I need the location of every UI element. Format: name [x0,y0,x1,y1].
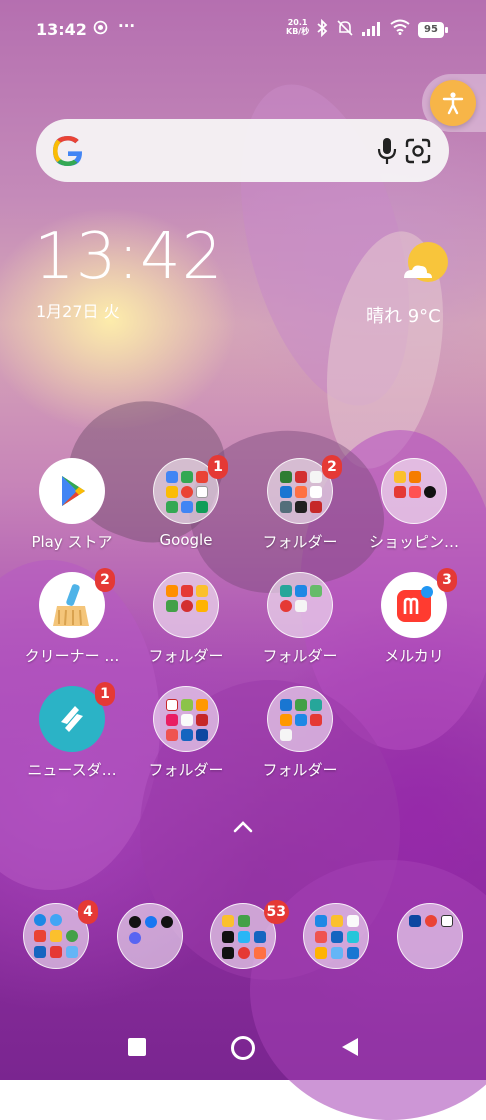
app-label: ショッピン… [368,533,459,551]
notification-badge: 1 [95,682,115,706]
notification-badge: 4 [78,900,98,924]
weather-text[interactable]: 晴れ 9°C [366,302,441,328]
recent-apps-button[interactable] [128,1038,146,1056]
status-bar: 13:42 ··· 20.1 KB/秒 95 [0,0,486,60]
network-speed-value: 20.1 [287,18,308,27]
battery-level: 95 [418,22,444,38]
news-arrows-icon: 1 [39,682,115,752]
battery-icon [445,27,448,33]
accessibility-icon [442,92,464,115]
status-time: 13:42 [36,20,87,39]
network-speed-unit: KB/秒 [286,27,310,36]
folder-misc-2[interactable]: フォルダー [130,572,242,666]
folder-shopping[interactable]: ショッピン… [358,458,470,552]
folder-icon [153,686,219,752]
app-label: クリーナー … [24,647,120,665]
app-label: フォルダー [262,533,338,551]
voice-search-icon[interactable] [376,136,398,166]
app-label: ニュースダ… [27,761,117,779]
app-label: フォルダー [262,761,338,779]
notification-badge: 53 [263,900,289,924]
folder-icon: 1 [153,455,228,524]
app-drawer-chevron-icon[interactable] [232,820,254,834]
notification-badge: 3 [437,568,457,592]
app-label: フォルダー [148,647,224,665]
dock-folder-1[interactable]: 4 [23,900,98,969]
play-store-icon [39,458,105,524]
dock-folder-2[interactable] [117,903,183,969]
folder-icon [153,572,219,638]
google-search-bar[interactable] [36,119,449,182]
wifi-icon [390,19,410,39]
folder-misc-4[interactable]: フォルダー [130,686,242,780]
lens-camera-icon[interactable] [404,137,432,165]
app-news[interactable]: 1 ニュースダ… [16,682,128,780]
app-cleaner[interactable]: 2 クリーナー … [16,568,128,666]
app-play-store[interactable]: Play ストア [16,458,128,552]
dock-folder-4[interactable] [303,903,369,969]
folder-icon: 2 [267,455,342,524]
bluetooth-icon [316,18,328,41]
folder-icon [267,572,333,638]
mercari-icon: 3 [381,568,457,638]
clock-widget-time[interactable]: 13:42 [34,220,223,294]
dock-folder-5[interactable] [397,903,463,969]
app-label: フォルダー [148,761,224,779]
notification-badge: 2 [322,455,342,479]
app-mercari[interactable]: 3 メルカリ [358,568,470,666]
folder-icon [381,458,447,524]
broom-icon: 2 [39,568,115,638]
google-logo-icon [53,136,83,166]
app-label: フォルダー [262,647,338,665]
app-label: Play ストア [31,533,113,551]
app-label: メルカリ [384,647,444,665]
sunny-weather-icon [404,242,448,282]
network-speed: 20.1 KB/秒 [286,18,309,36]
accessibility-button[interactable] [430,80,476,126]
folder-misc-5[interactable]: フォルダー [244,686,356,780]
app-label: Google [159,531,213,549]
notification-badge: 2 [95,568,115,592]
folder-misc-1[interactable]: 2 フォルダー [244,455,356,552]
mute-bell-icon [336,19,354,41]
notification-badge: 1 [208,455,228,479]
more-notifications-icon: ··· [118,17,136,35]
signal-icon [362,22,384,36]
back-button[interactable] [340,1036,360,1058]
folder-icon [267,686,333,752]
clock-widget-date: 1月27日 火 [36,302,120,321]
folder-misc-3[interactable]: フォルダー [244,572,356,666]
home-button[interactable] [231,1036,255,1060]
folder-google[interactable]: 1 Google [130,455,242,549]
settings-icon [92,19,109,40]
dock-folder-3[interactable]: 53 [210,900,289,969]
